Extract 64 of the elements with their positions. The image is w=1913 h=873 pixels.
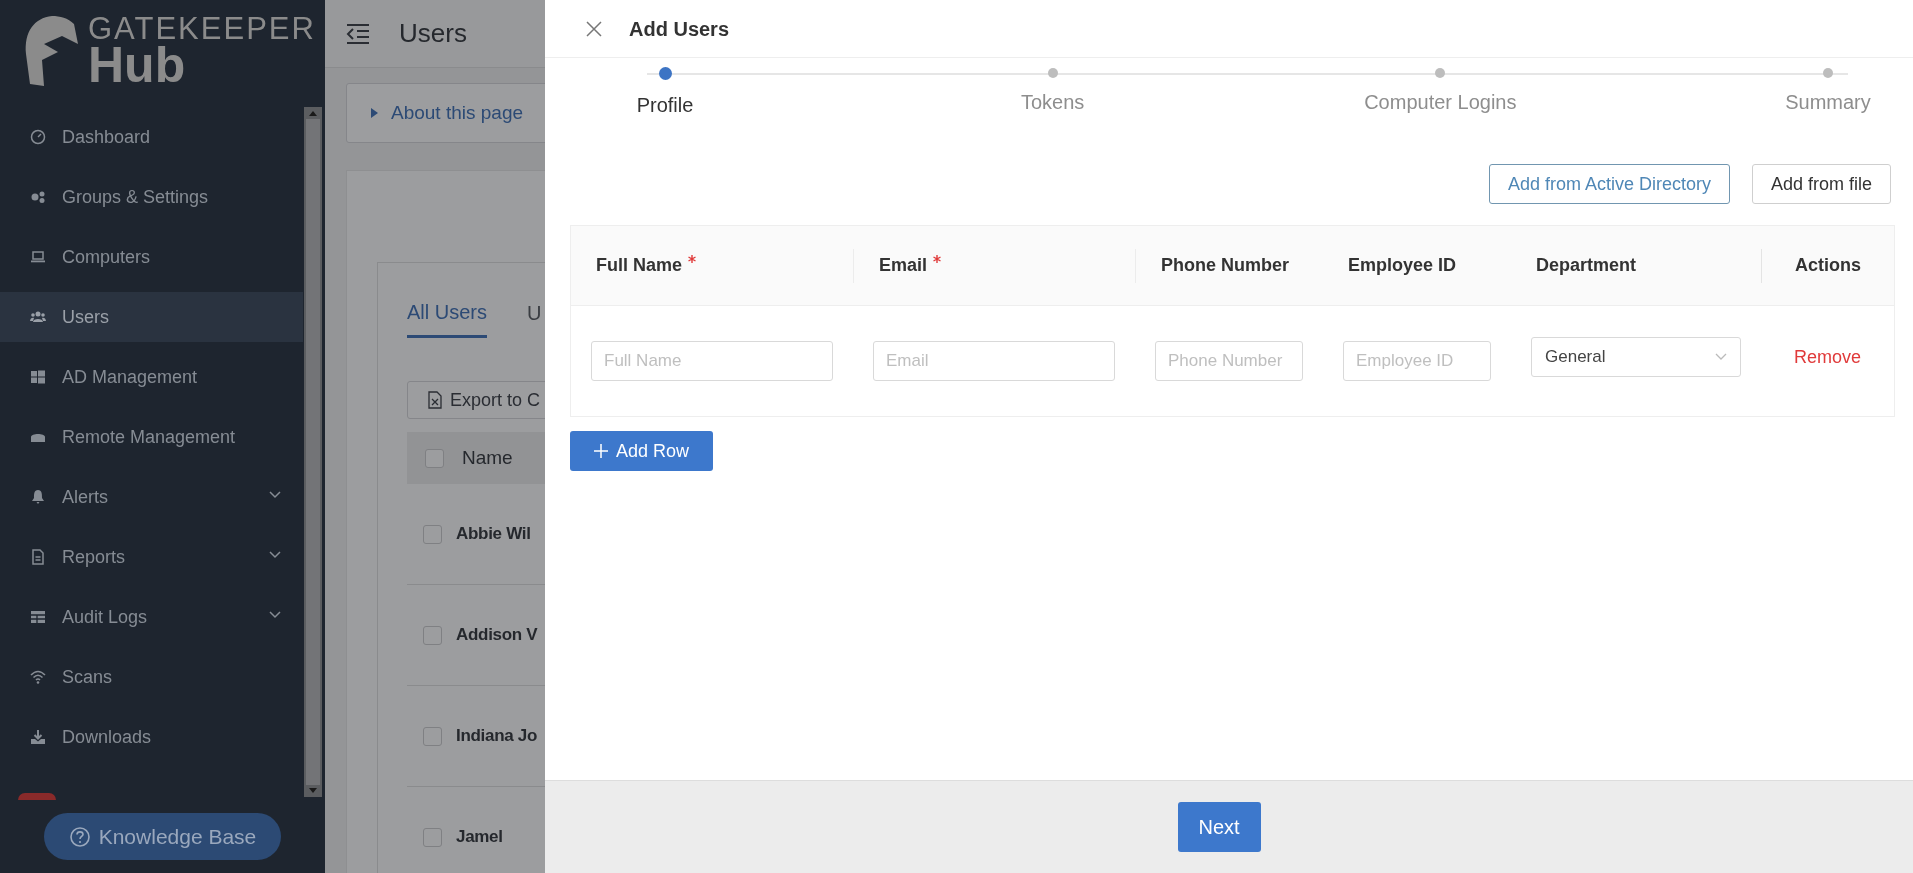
document-icon — [30, 549, 46, 565]
scrollbar[interactable] — [304, 107, 322, 797]
sidebar-item[interactable]: Groups & Settings — [0, 172, 303, 222]
wifi-icon — [30, 669, 46, 685]
spreadsheet-file-icon — [428, 391, 442, 409]
step-label[interactable]: Tokens — [1020, 87, 1085, 117]
column-header: Phone Number — [1161, 254, 1289, 277]
column-header: Employee ID — [1348, 254, 1457, 277]
about-panel-link[interactable]: About this page — [346, 83, 545, 143]
help-icon — [68, 825, 91, 848]
sidebar-item[interactable]: Alerts — [0, 472, 303, 522]
sidebar-item[interactable]: Downloads — [0, 712, 303, 762]
column-header: Name — [462, 445, 513, 470]
input-field[interactable]: Email — [873, 341, 1115, 381]
input-field[interactable]: Employee ID — [1343, 341, 1491, 381]
sidebar-item[interactable]: Audit Logs — [0, 592, 303, 642]
tab[interactable]: All Users — [407, 288, 487, 338]
input-field[interactable]: Phone Number — [1155, 341, 1303, 381]
sidebar-item[interactable]: Remote Management — [0, 412, 303, 462]
plus-icon — [593, 444, 608, 458]
table-cell-text: Abbie Wil — [456, 523, 531, 546]
windows-icon — [30, 369, 46, 385]
next-button[interactable]: Next — [1177, 802, 1261, 852]
scroll-down-icon[interactable] — [309, 788, 317, 793]
sidebar-item[interactable]: AD Management — [0, 352, 303, 402]
add-from-directory-button[interactable]: Add from Active Directory — [1488, 164, 1730, 204]
step-label[interactable]: Computer Logins — [1364, 87, 1517, 117]
bell-icon — [30, 489, 46, 505]
drawer-title: Add Users — [629, 16, 730, 42]
tab[interactable]: U — [527, 288, 542, 338]
select-value: General — [1545, 346, 1606, 369]
gears-icon — [30, 189, 46, 205]
checkbox[interactable] — [425, 448, 444, 468]
column-header: Email — [879, 254, 928, 277]
input-field[interactable]: Full Name — [591, 341, 833, 381]
table-icon — [30, 609, 46, 625]
sidebar-item[interactable]: Computers — [0, 232, 303, 282]
caret-right-icon — [371, 108, 378, 118]
add-from-file-button[interactable]: Add from file — [1751, 164, 1891, 204]
column-header: Actions — [1795, 254, 1861, 277]
add-row-button[interactable]: Add Row — [570, 431, 713, 471]
knowledge-base-button[interactable]: Knowledge Base — [44, 813, 281, 860]
page-title: Users — [399, 17, 467, 50]
sidebar-item[interactable]: Dashboard — [0, 112, 303, 162]
table-cell-text: Jamel — [456, 826, 503, 849]
menu-collapse-icon[interactable] — [345, 22, 371, 45]
gauge-icon — [30, 129, 46, 145]
column-header: Full Name — [596, 254, 683, 277]
remove-link[interactable]: Remove — [1794, 343, 1861, 371]
close-icon[interactable] — [585, 19, 603, 38]
department-select[interactable]: General — [1531, 337, 1741, 377]
sidebar-item[interactable]: Reports — [0, 532, 303, 582]
step-label[interactable]: Profile — [636, 90, 694, 120]
scroll-up-icon[interactable] — [309, 111, 317, 116]
sidebar-item[interactable]: Users — [0, 292, 303, 342]
chevron-down-icon — [1715, 353, 1727, 361]
column-header: Department — [1536, 254, 1637, 277]
table-cell-text: Addison V — [456, 624, 538, 647]
sidebar-item[interactable]: Scans — [0, 652, 303, 702]
table-cell-text: Indiana Jo — [456, 725, 538, 748]
people-icon — [30, 309, 46, 325]
step-label[interactable]: Summary — [1785, 87, 1871, 117]
download-icon — [30, 729, 46, 745]
laptop-icon — [30, 249, 46, 265]
